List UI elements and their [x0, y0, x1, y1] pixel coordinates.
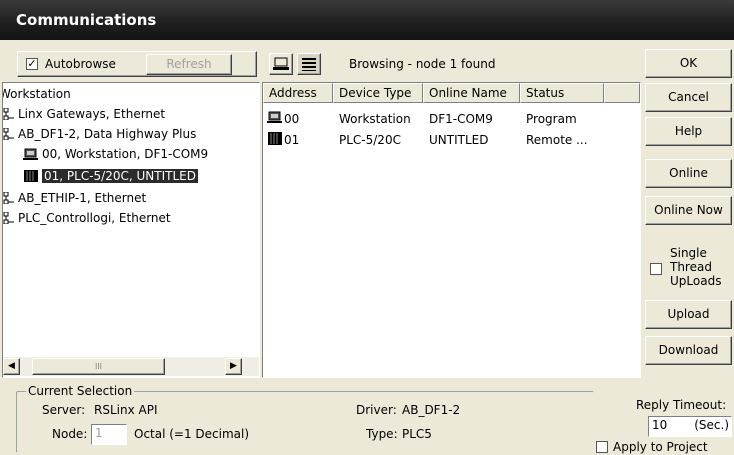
scroll-thumb[interactable]: III [32, 358, 165, 375]
column-header-empty [604, 83, 640, 103]
download-button[interactable]: Download [645, 336, 732, 365]
refresh-button[interactable]: Refresh [146, 54, 232, 75]
server-value: RSLinx API [94, 403, 158, 417]
help-button[interactable]: Help [645, 117, 732, 146]
scroll-right-button[interactable]: ▶ [225, 358, 242, 375]
tree-horizontal-scrollbar[interactable]: ◀ III ▶ [3, 357, 259, 376]
tree-item-label: AB_ETHIP-1, Ethernet [18, 191, 147, 205]
apply-to-project-label: Apply to Project [613, 440, 708, 454]
large-icons-icon [273, 57, 289, 70]
apply-to-project-checkbox[interactable] [596, 441, 608, 453]
window-title-bar[interactable]: Communications [0, 0, 734, 40]
reply-timeout-label: Reply Timeout: [636, 398, 727, 412]
tree-item-workstation-node[interactable]: 00, Workstation, DF1-COM9 [23, 147, 208, 161]
cell-device-type: PLC-5/20C [339, 133, 401, 147]
network-icon [3, 128, 14, 140]
online-button[interactable]: Online [645, 159, 732, 188]
upload-button[interactable]: Upload [645, 300, 732, 329]
single-thread-label-line2: Thread [670, 260, 712, 274]
tree-item-plc-controllogi[interactable]: PLC_Controllogi, Ethernet [3, 211, 171, 225]
details-view-icon [302, 58, 316, 71]
tree-item-ab-ethip-1[interactable]: AB_ETHIP-1, Ethernet [3, 191, 146, 205]
node-label: Node: [52, 427, 88, 441]
workstation-icon [23, 148, 38, 160]
column-header-address[interactable]: Address [263, 83, 333, 103]
autobrowse-label: Autobrowse [45, 57, 116, 71]
tree-root-workstation[interactable]: Workstation [3, 87, 71, 101]
cell-address: 01 [284, 133, 300, 147]
details-view-button[interactable] [297, 53, 321, 75]
server-label: Server: [42, 403, 86, 417]
reply-timeout-value: 10 [652, 418, 668, 432]
reply-timeout-field[interactable]: 10 (Sec.) [648, 416, 732, 437]
device-list-panel[interactable]: Address Device Type Online Name Status 0… [262, 82, 641, 378]
tree-item-linx-gateways[interactable]: Linx Gateways, Ethernet [3, 107, 165, 121]
driver-value: AB_DF1-2 [402, 403, 461, 417]
cancel-button[interactable]: Cancel [645, 83, 732, 112]
column-header-device-type[interactable]: Device Type [333, 83, 423, 103]
single-thread-uploads-checkbox[interactable] [650, 263, 662, 275]
octal-text: Octal (=1 Decimal) [134, 427, 250, 441]
single-thread-label-line3: UpLoads [670, 274, 722, 288]
large-icons-view-button[interactable] [269, 53, 293, 75]
current-selection-label: Current Selection [26, 384, 135, 398]
node-field[interactable]: 1 [91, 424, 127, 445]
cell-status: Program [526, 112, 577, 126]
tree-item-plc-node[interactable]: 01, PLC-5/20C, UNTITLED [23, 169, 198, 183]
table-row[interactable]: 01 PLC-5/20C UNTITLED Remote ... [263, 131, 640, 149]
tree-item-label: AB_DF1-2, Data Highway Plus [18, 127, 197, 141]
network-icon [3, 108, 14, 120]
online-now-button[interactable]: Online Now [645, 196, 732, 225]
tree-item-label: PLC_Controllogi, Ethernet [18, 211, 171, 225]
cell-online-name: UNTITLED [429, 133, 489, 147]
autobrowse-checkbox[interactable]: ✓ [26, 58, 38, 70]
workstation-icon [267, 111, 282, 123]
plc-icon [268, 132, 282, 145]
column-header-online-name[interactable]: Online Name [423, 83, 520, 103]
browse-status-text: Browsing - node 1 found [349, 57, 496, 71]
tree-item-ab-df1-2[interactable]: AB_DF1-2, Data Highway Plus [3, 127, 196, 141]
cell-online-name: DF1-COM9 [429, 112, 493, 126]
plc-icon [24, 170, 38, 182]
reply-timeout-unit: (Sec.) [694, 418, 729, 432]
network-tree-panel[interactable]: Workstation Linx Gateways, Ethernet AB_D… [2, 82, 260, 378]
cell-device-type: Workstation [339, 112, 411, 126]
column-header-status[interactable]: Status [520, 83, 604, 103]
tree-item-label: Linx Gateways, Ethernet [18, 107, 166, 121]
tree-item-label-selected: 01, PLC-5/20C, UNTITLED [42, 169, 198, 183]
cell-status: Remote ... [526, 133, 588, 147]
ok-button[interactable]: OK [645, 49, 732, 78]
scroll-left-button[interactable]: ◀ [3, 358, 20, 375]
tree-item-label: 00, Workstation, DF1-COM9 [42, 147, 209, 161]
single-thread-label-line1: Single [670, 246, 707, 260]
network-icon [3, 192, 14, 204]
type-value: PLC5 [402, 427, 432, 441]
refresh-label: Refresh [166, 57, 212, 71]
cell-address: 00 [284, 112, 300, 126]
scroll-thumb-grip: III [94, 362, 103, 371]
type-label: Type: [366, 427, 398, 441]
window-title: Communications [16, 11, 157, 29]
table-row[interactable]: 00 Workstation DF1-COM9 Program [263, 110, 640, 128]
driver-label: Driver: [356, 403, 397, 417]
node-value: 1 [95, 426, 103, 440]
network-icon [3, 212, 14, 224]
